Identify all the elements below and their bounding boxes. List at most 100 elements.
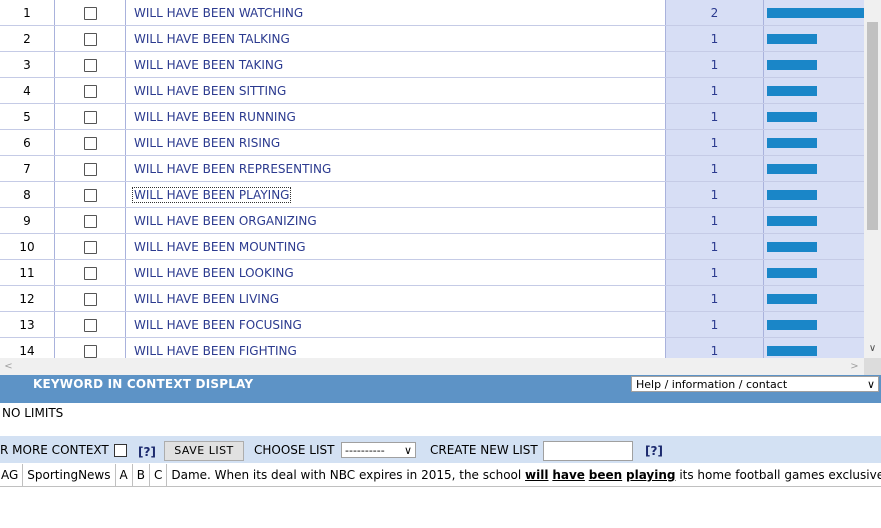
choose-list-select[interactable]: ---------- ∨ <box>341 442 416 458</box>
frequency-bar <box>767 33 817 44</box>
frequency-bar-cell <box>763 311 864 338</box>
help-dropdown[interactable]: Help / information / contact ∨ <box>631 376 879 392</box>
frequency-bar-cell <box>763 103 864 130</box>
row-checkbox[interactable] <box>83 162 97 176</box>
result-word-cell: WILL HAVE BEEN LOOKING <box>125 259 666 286</box>
result-row: 9 WILL HAVE BEEN ORGANIZING 1 <box>0 207 864 234</box>
frequency-cell: 1 <box>665 181 764 208</box>
create-new-list-input[interactable] <box>543 441 633 461</box>
horizontal-scrollbar[interactable]: < > <box>0 358 864 375</box>
row-checkbox-cell <box>54 207 126 234</box>
keyword-have: have <box>552 468 585 482</box>
result-row: 1 WILL HAVE BEEN WATCHING 2 <box>0 0 864 26</box>
save-list-button[interactable]: SAVE LIST <box>164 441 244 461</box>
scroll-right-arrow-icon[interactable]: > <box>846 358 863 375</box>
result-word-cell: WILL HAVE BEEN ORGANIZING <box>125 207 666 234</box>
frequency-bar <box>767 189 817 200</box>
scrollbar-thumb[interactable] <box>867 22 878 230</box>
source-link[interactable]: SportingNews <box>22 464 116 486</box>
result-word-cell: WILL HAVE BEEN TAKING <box>125 51 666 78</box>
result-row: 6 WILL HAVE BEEN RISING 1 <box>0 129 864 156</box>
keyword-been: been <box>588 468 623 482</box>
frequency-bar <box>767 215 817 226</box>
row-number: 1 <box>0 0 55 26</box>
result-word-link[interactable]: WILL HAVE BEEN RISING <box>133 136 281 150</box>
result-word-link[interactable]: WILL HAVE BEEN LOOKING <box>133 266 295 280</box>
frequency-cell: 1 <box>665 337 764 358</box>
frequency-bar <box>767 241 817 252</box>
result-word-link[interactable]: WILL HAVE BEEN PLAYING <box>131 186 292 203</box>
chevron-down-icon: ∨ <box>403 444 412 457</box>
row-checkbox[interactable] <box>83 136 97 150</box>
frequency-bar-cell <box>763 0 864 26</box>
result-word-link[interactable]: WILL HAVE BEEN FOCUSING <box>133 318 303 332</box>
row-checkbox-cell <box>54 155 126 182</box>
row-checkbox[interactable] <box>83 214 97 228</box>
result-word-link[interactable]: WILL HAVE BEEN TALKING <box>133 32 291 46</box>
row-checkbox[interactable] <box>83 84 97 98</box>
result-word-link[interactable]: WILL HAVE BEEN WATCHING <box>133 6 304 20</box>
row-checkbox-cell <box>54 103 126 130</box>
row-number: 14 <box>0 337 55 358</box>
result-row: 5 WILL HAVE BEEN RUNNING 1 <box>0 103 864 130</box>
result-row: 14 WILL HAVE BEEN FIGHTING 1 <box>0 337 864 358</box>
frequency-bar-cell <box>763 155 864 182</box>
row-checkbox[interactable] <box>83 240 97 254</box>
row-checkbox[interactable] <box>83 6 97 20</box>
result-word-link[interactable]: WILL HAVE BEEN FIGHTING <box>133 344 298 358</box>
row-checkbox[interactable] <box>83 318 97 332</box>
context-b-link[interactable]: B <box>132 464 150 486</box>
row-checkbox-cell <box>54 129 126 156</box>
result-word-link[interactable]: WILL HAVE BEEN LIVING <box>133 292 280 306</box>
result-word-link[interactable]: WILL HAVE BEEN RUNNING <box>133 110 297 124</box>
frequency-cell: 2 <box>665 0 764 26</box>
chevron-down-icon: ∨ <box>866 378 875 391</box>
row-checkbox[interactable] <box>83 292 97 306</box>
result-word-cell: WILL HAVE BEEN PLAYING <box>125 181 666 208</box>
row-number: 2 <box>0 25 55 52</box>
result-word-cell: WILL HAVE BEEN TALKING <box>125 25 666 52</box>
result-word-cell: WILL HAVE BEEN WATCHING <box>125 0 666 26</box>
frequency-cell: 1 <box>665 51 764 78</box>
frequency-cell: 1 <box>665 77 764 104</box>
choose-list-label: CHOOSE LIST <box>254 443 335 457</box>
frequency-cell: 1 <box>665 233 764 260</box>
result-word-link[interactable]: WILL HAVE BEEN MOUNTING <box>133 240 307 254</box>
row-checkbox-cell <box>54 77 126 104</box>
result-word-link[interactable]: WILL HAVE BEEN REPRESENTING <box>133 162 332 176</box>
row-checkbox-cell <box>54 51 126 78</box>
row-checkbox[interactable] <box>83 32 97 46</box>
row-number: 11 <box>0 259 55 286</box>
result-word-link[interactable]: WILL HAVE BEEN ORGANIZING <box>133 214 318 228</box>
frequency-bar-cell <box>763 51 864 78</box>
help-link-2[interactable]: [?] <box>645 444 663 458</box>
row-number: 7 <box>0 155 55 182</box>
row-checkbox[interactable] <box>83 188 97 202</box>
row-checkbox[interactable] <box>83 266 97 280</box>
context-a-link[interactable]: A <box>115 464 133 486</box>
help-link[interactable]: [?] <box>138 445 156 459</box>
context-after: its home football games exclusively on n <box>679 468 881 482</box>
row-checkbox[interactable] <box>83 58 97 72</box>
scroll-left-arrow-icon[interactable]: < <box>0 358 17 375</box>
result-word-cell: WILL HAVE BEEN LIVING <box>125 285 666 312</box>
list-controls-bar: R MORE CONTEXT [?] SAVE LIST CHOOSE LIST… <box>0 436 881 463</box>
more-context-checkbox[interactable] <box>114 444 127 457</box>
limits-text: NO LIMITS <box>2 406 64 420</box>
row-checkbox[interactable] <box>83 344 97 358</box>
frequency-bar-cell <box>763 259 864 286</box>
row-checkbox[interactable] <box>83 110 97 124</box>
frequency-bar-cell <box>763 285 864 312</box>
row-number: 9 <box>0 207 55 234</box>
scroll-down-arrow-icon[interactable]: ∨ <box>864 340 881 357</box>
result-word-cell: WILL HAVE BEEN FOCUSING <box>125 311 666 338</box>
frequency-bar-cell <box>763 337 864 358</box>
genre-cell: AG <box>0 464 24 486</box>
context-c-link[interactable]: C <box>149 464 168 486</box>
result-word-link[interactable]: WILL HAVE BEEN SITTING <box>133 84 287 98</box>
vertical-scrollbar[interactable]: ∨ <box>864 0 881 358</box>
frequency-bar <box>767 319 817 330</box>
create-new-list-label: CREATE NEW LIST <box>430 443 538 457</box>
keyword-playing: playing <box>626 468 676 482</box>
result-word-link[interactable]: WILL HAVE BEEN TAKING <box>133 58 284 72</box>
